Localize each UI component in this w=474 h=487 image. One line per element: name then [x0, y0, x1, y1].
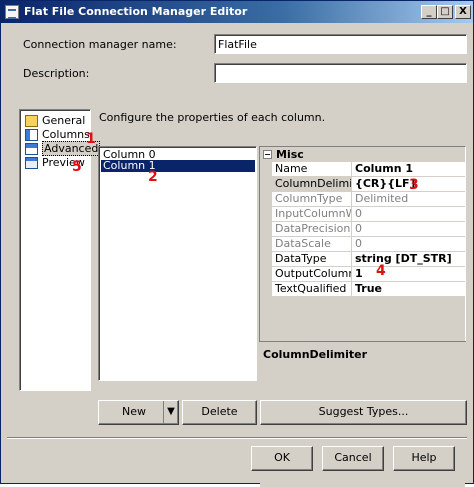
delete-button[interactable]: Delete — [182, 400, 257, 425]
window-title: Flat File Connection Manager Editor — [24, 5, 248, 18]
suggest-types-button[interactable]: Suggest Types... — [260, 400, 467, 425]
property-row-textqualified[interactable]: TextQualified True — [272, 282, 465, 297]
property-row-columndelimiter[interactable]: ColumnDelimiter {CR}{LF} — [272, 177, 465, 192]
footer-divider — [7, 437, 467, 439]
category-label: Misc — [276, 148, 304, 161]
property-row-outputcolumnwidth[interactable]: OutputColumnWidth 1 — [272, 267, 465, 282]
collapse-icon[interactable]: − — [263, 150, 272, 159]
app-icon — [5, 5, 19, 19]
property-row-dataprecision: DataPrecision 0 — [272, 222, 465, 237]
property-value[interactable]: string [DT_STR] — [352, 252, 465, 267]
ok-button[interactable]: OK — [251, 446, 313, 471]
property-name: DataType — [272, 252, 352, 267]
property-row-name[interactable]: Name Column 1 — [272, 162, 465, 177]
columns-listbox[interactable]: Column 0 Column 1 — [98, 146, 257, 381]
annotation-marker: 1 — [86, 131, 96, 147]
minimize-button[interactable]: _ — [421, 5, 437, 19]
property-name: DataPrecision — [272, 222, 352, 237]
page-nav-list: General Columns Advanced Preview — [19, 109, 101, 391]
dropdown-arrow-icon[interactable]: ▼ — [163, 401, 178, 424]
property-name: DataScale — [272, 237, 352, 252]
property-description-panel: ColumnDelimiter — [259, 341, 466, 391]
preview-icon — [25, 157, 38, 169]
annotation-marker: 2 — [148, 169, 158, 185]
property-description-title: ColumnDelimiter — [263, 348, 368, 361]
description-input[interactable] — [214, 63, 467, 83]
property-row-datascale: DataScale 0 — [272, 237, 465, 252]
list-item[interactable]: Column 1 — [101, 160, 255, 172]
advanced-icon — [25, 143, 38, 155]
instructions-text: Configure the properties of each column. — [99, 111, 326, 124]
columns-icon — [25, 129, 38, 141]
nav-item-columns[interactable]: Columns — [24, 128, 90, 142]
property-name: Name — [272, 162, 352, 177]
nav-item-label: Columns — [42, 128, 90, 141]
property-name: OutputColumnWidth — [272, 267, 352, 282]
property-row-inputcolumnwidth: InputColumnWidth 0 — [272, 207, 465, 222]
nav-item-label: General — [42, 114, 86, 127]
property-name: InputColumnWidth — [272, 207, 352, 222]
property-row-columntype: ColumnType Delimited — [272, 192, 465, 207]
property-value: 0 — [352, 222, 465, 237]
property-value: 0 — [352, 237, 465, 252]
general-icon — [25, 115, 38, 127]
nav-item-general[interactable]: General — [24, 114, 85, 128]
help-button[interactable]: Help — [393, 446, 455, 471]
property-value: Delimited — [352, 192, 465, 207]
property-category[interactable]: − Misc — [260, 147, 465, 162]
new-button[interactable]: New ▼ — [98, 400, 179, 425]
maximize-button[interactable]: □ — [437, 5, 453, 19]
connection-name-label: Connection manager name: — [23, 38, 177, 51]
property-value[interactable]: True — [352, 282, 465, 297]
property-name: ColumnDelimiter — [272, 177, 352, 192]
property-value[interactable]: 1 — [352, 267, 465, 282]
property-value: 0 — [352, 207, 465, 222]
annotation-marker: 4 — [376, 263, 386, 279]
property-name: ColumnType — [272, 192, 352, 207]
description-label: Description: — [23, 67, 90, 80]
new-button-label: New — [122, 405, 146, 418]
property-row-datatype[interactable]: DataType string [DT_STR] — [272, 252, 465, 267]
dialog-window: Flat File Connection Manager Editor _ □ … — [0, 0, 474, 487]
close-button[interactable]: X — [455, 5, 471, 19]
cancel-button[interactable]: Cancel — [322, 446, 384, 471]
property-name: TextQualified — [272, 282, 352, 297]
title-bar[interactable]: Flat File Connection Manager Editor _ □ … — [1, 1, 473, 23]
connection-name-input[interactable]: FlatFile — [214, 34, 467, 54]
annotation-marker: 3 — [409, 177, 419, 193]
annotation-marker: 5 — [72, 159, 82, 175]
property-value[interactable]: Column 1 — [352, 162, 465, 177]
